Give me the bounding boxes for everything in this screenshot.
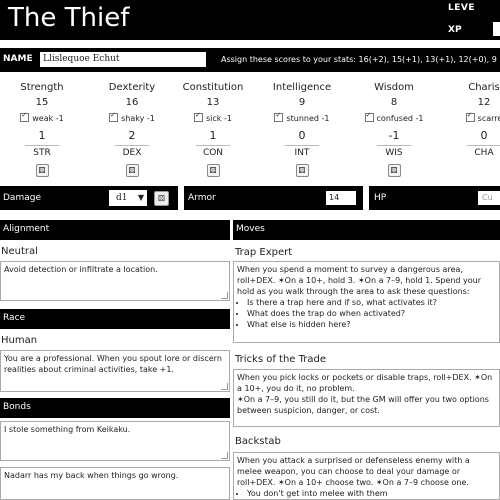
xp-label: XP <box>448 25 462 35</box>
check-icon <box>465 111 475 122</box>
dice-icon[interactable]: ⚄ <box>206 164 220 177</box>
stat-abbr: DEX <box>115 145 149 162</box>
debility-checkbox[interactable]: scarre <box>449 111 500 127</box>
stat-intelligence: Intelligence 9 stunned -1 0 INT ⚄ <box>267 82 337 177</box>
damage-bar: Damage d1 ▼ ⚄ <box>0 186 178 210</box>
alignment-value[interactable]: Neutral <box>1 246 38 257</box>
hp-input[interactable]: Cu <box>478 191 500 205</box>
hp-bar: HP Cu <box>369 186 500 210</box>
bonds-header: Bonds <box>0 398 230 418</box>
moves-header: Moves <box>233 220 500 240</box>
move-title: Trap Expert <box>235 247 293 258</box>
dice-icon[interactable]: ⚄ <box>125 164 139 177</box>
debility-checkbox[interactable]: sick -1 <box>178 111 248 127</box>
list-item: Is there a trap here and if so, what act… <box>247 297 496 308</box>
stat-modifier: 0 <box>480 129 488 142</box>
stat-constitution: Constitution 13 sick -1 1 CON ⚄ <box>178 82 248 177</box>
stat-modifier: 1 <box>209 129 217 142</box>
armor-input[interactable]: 14 <box>326 191 356 205</box>
list-item: You don't get into melee with them <box>247 488 496 499</box>
debility-checkbox[interactable]: confused -1 <box>359 111 429 127</box>
stat-abbr: CON <box>196 145 230 162</box>
dice-icon[interactable]: ⚄ <box>387 164 401 177</box>
bond-textarea[interactable]: Nadarr has my back when things go wrong. <box>0 467 230 500</box>
list-item: What does the trap do when activated? <box>247 308 496 319</box>
name-bar: NAME Llislequoe Echut Assign these score… <box>0 48 500 72</box>
stat-abbr: STR <box>25 145 59 162</box>
stat-name: Intelligence <box>272 82 332 93</box>
stat-strength: Strength 15 weak -1 1 STR ⚄ <box>7 82 77 177</box>
armor-label: Armor <box>188 193 216 203</box>
stat-modifier: -1 <box>388 129 400 142</box>
stat-score[interactable]: 9 <box>267 97 337 111</box>
stat-charisma: Charis 12 scarre 0 CHA <box>449 82 500 162</box>
race-header: Race <box>0 309 230 329</box>
page-title: The Thief <box>8 3 130 33</box>
move-description[interactable]: When you pick locks or pockets or disabl… <box>233 369 500 427</box>
dice-icon[interactable]: ⚄ <box>35 164 49 177</box>
check-icon <box>274 111 284 122</box>
level-label: LEVE <box>448 3 475 13</box>
debility-checkbox[interactable]: stunned -1 <box>267 111 337 127</box>
stat-modifier: 1 <box>38 129 46 142</box>
stat-name: Strength <box>20 82 64 93</box>
check-icon <box>364 111 374 122</box>
race-textarea[interactable]: You are a professional. When you spout l… <box>0 350 230 392</box>
dice-icon[interactable]: ⚄ <box>295 164 309 177</box>
stat-score[interactable]: 12 <box>449 97 500 111</box>
stat-name: Dexterity <box>108 82 156 93</box>
stat-score[interactable]: 16 <box>97 97 167 111</box>
stat-abbr: CHA <box>467 145 500 162</box>
stat-abbr: INT <box>285 145 319 162</box>
stat-wisdom: Wisdom 8 confused -1 -1 WIS ⚄ <box>359 82 429 177</box>
stat-score[interactable]: 8 <box>359 97 429 111</box>
title-bar: The Thief LEVE XP <box>0 0 500 40</box>
alignment-header: Alignment <box>0 220 230 240</box>
stat-score[interactable]: 13 <box>178 97 248 111</box>
dice-icon[interactable]: ⚄ <box>154 191 169 206</box>
chevron-down-icon: ▼ <box>137 193 144 202</box>
list-item: What else is hidden here? <box>247 319 496 330</box>
move-title: Backstab <box>235 436 281 447</box>
damage-die-select[interactable]: d1 ▼ <box>109 190 147 206</box>
stat-name: Charis <box>468 82 500 93</box>
stat-modifier: 0 <box>298 129 306 142</box>
stat-name: Constitution <box>182 82 244 93</box>
name-label: NAME <box>3 54 33 64</box>
alignment-textarea[interactable]: Avoid detection or infiltrate a location… <box>0 261 230 301</box>
debility-checkbox[interactable]: weak -1 <box>7 111 77 127</box>
stat-abbr: WIS <box>377 145 411 162</box>
check-icon <box>109 111 119 122</box>
bond-textarea[interactable]: I stole something from Keikaku. <box>0 421 230 461</box>
name-input[interactable]: Llislequoe Echut <box>40 52 206 67</box>
hp-label: HP <box>374 193 387 203</box>
stat-score[interactable]: 15 <box>7 97 77 111</box>
stat-name: Wisdom <box>374 82 414 93</box>
assign-scores-text: Assign these scores to your stats: 16(+2… <box>221 55 497 64</box>
move-description[interactable]: When you spend a moment to survey a dang… <box>233 261 500 343</box>
move-description[interactable]: When you attack a surprised or defensele… <box>233 452 500 500</box>
check-icon <box>20 111 30 122</box>
stat-modifier: 2 <box>128 129 136 142</box>
damage-label: Damage <box>3 193 41 203</box>
move-title: Tricks of the Trade <box>235 354 326 365</box>
xp-input[interactable] <box>493 22 500 36</box>
stat-dexterity: Dexterity 16 shaky -1 2 DEX ⚄ <box>97 82 167 177</box>
armor-bar: Armor 14 <box>184 186 363 210</box>
check-icon <box>194 111 204 122</box>
debility-checkbox[interactable]: shaky -1 <box>97 111 167 127</box>
race-value[interactable]: Human <box>1 335 37 346</box>
